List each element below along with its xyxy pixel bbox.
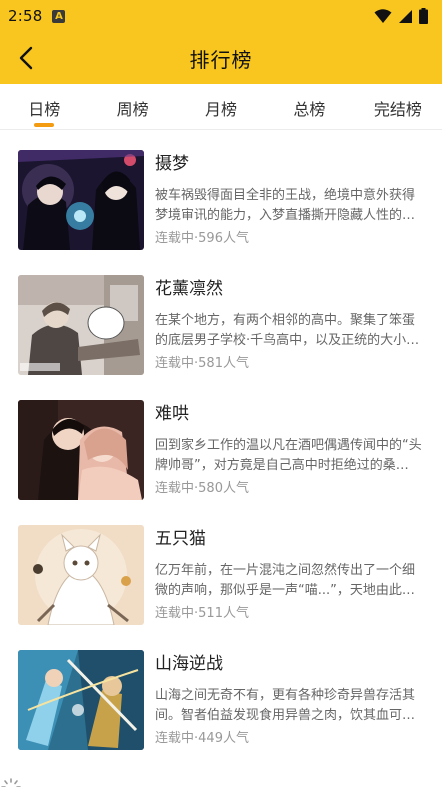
tab-label: 日榜 (28, 100, 61, 119)
comic-description: 山海之间无奇不有，更有各种珍奇异兽存活其间。智者伯益发现食用异兽之肉，饮其血可获… (155, 688, 416, 723)
tab-overall[interactable]: 总榜 (265, 84, 353, 129)
comic-meta: 连载中·596人气 (155, 231, 249, 246)
comic-status: 连载中 (155, 731, 195, 746)
comic-status: 连载中 (155, 231, 195, 246)
tab-completed[interactable]: 完结榜 (354, 84, 442, 129)
status-bar: 2:58 A (0, 0, 442, 32)
tab-label: 周榜 (116, 100, 149, 119)
item-info: 山海逆战 山海之间无奇不有，更有各种珍奇异兽存活其间。智者伯益发现食用异兽之肉，… (155, 650, 424, 775)
item-info: 摄梦 被车祸毁得面目全非的王战，绝境中意外获得梦境审讯的能力，入梦直播撕开隐藏人… (155, 150, 424, 275)
comic-popularity: 581人气 (198, 356, 249, 371)
comic-description: 回到家乡工作的温以凡在酒吧偶遇传闻中的“头牌帅哥”，对方竟是自己高中时拒绝过的桑… (155, 438, 422, 473)
cover-image (18, 650, 144, 750)
comic-meta: 连载中·581人气 (155, 356, 249, 371)
comic-popularity: 596人气 (198, 231, 249, 246)
wifi-icon (374, 8, 392, 23)
ranking-list: 摄梦 被车祸毁得面目全非的王战，绝境中意外获得梦境审讯的能力，入梦直播撕开隐藏人… (0, 150, 442, 775)
comic-description: 被车祸毁得面目全非的王战，绝境中意外获得梦境审讯的能力，入梦直播撕开隐藏人性的黑… (155, 188, 416, 223)
comic-popularity: 580人气 (198, 481, 249, 496)
comic-description: 亿万年前，在一片混沌之间忽然传出了一个细微的声响，那似乎是一声“喵...”，天地… (155, 563, 416, 598)
item-info: 五只猫 亿万年前，在一片混沌之间忽然传出了一个细微的声响，那似乎是一声“喵...… (155, 525, 424, 650)
notification-badge-icon: A (52, 9, 66, 23)
ranking-tabs: 日榜 周榜 月榜 总榜 完结榜 (0, 84, 442, 130)
cover-image (18, 275, 144, 375)
page-title: 排行榜 (189, 47, 253, 72)
comic-popularity: 449人气 (198, 731, 249, 746)
chevron-left-icon (19, 46, 33, 70)
loading-spinner-icon (1, 778, 21, 787)
list-item[interactable]: 五只猫 亿万年前，在一片混沌之间忽然传出了一个细微的声响，那似乎是一声“喵...… (0, 525, 442, 650)
comic-description: 在某个地方，有两个相邻的高中。聚集了笨蛋的底层男子学校·千鸟高中，以及正统的大小… (155, 313, 420, 348)
signal-icon (399, 9, 412, 23)
comic-title: 摄梦 (155, 154, 189, 174)
item-info: 难哄 回到家乡工作的温以凡在酒吧偶遇传闻中的“头牌帅哥”，对方竟是自己高中时拒绝… (155, 400, 424, 525)
list-item[interactable]: 摄梦 被车祸毁得面目全非的王战，绝境中意外获得梦境审讯的能力，入梦直播撕开隐藏人… (0, 150, 442, 275)
tab-label: 完结榜 (373, 100, 422, 119)
cover-image (18, 400, 144, 500)
comic-meta: 连载中·449人气 (155, 731, 249, 746)
tab-label: 总榜 (293, 100, 326, 119)
list-item[interactable]: 山海逆战 山海之间无奇不有，更有各种珍奇异兽存活其间。智者伯益发现食用异兽之肉，… (0, 650, 442, 775)
tab-weekly[interactable]: 周榜 (88, 84, 176, 129)
status-time: 2:58 (8, 7, 43, 25)
comic-status: 连载中 (155, 606, 195, 621)
battery-icon (419, 8, 428, 24)
back-button[interactable] (12, 44, 40, 72)
list-item[interactable]: 花薰凛然 在某个地方，有两个相邻的高中。聚集了笨蛋的底层男子学校·千鸟高中，以及… (0, 275, 442, 400)
status-icons (374, 8, 428, 24)
tab-monthly[interactable]: 月榜 (177, 84, 265, 129)
comic-status: 连载中 (155, 356, 195, 371)
tab-daily[interactable]: 日榜 (0, 84, 88, 129)
comic-popularity: 511人气 (198, 606, 249, 621)
comic-title: 山海逆战 (155, 654, 223, 674)
comic-status: 连载中 (155, 481, 195, 496)
comic-title: 难哄 (155, 404, 189, 424)
comic-title: 五只猫 (155, 529, 206, 549)
comic-title: 花薰凛然 (155, 279, 223, 299)
list-item[interactable]: 难哄 回到家乡工作的温以凡在酒吧偶遇传闻中的“头牌帅哥”，对方竟是自己高中时拒绝… (0, 400, 442, 525)
app-bar: 排行榜 (0, 32, 442, 84)
cover-image (18, 150, 144, 250)
cover-image (18, 525, 144, 625)
item-info: 花薰凛然 在某个地方，有两个相邻的高中。聚集了笨蛋的底层男子学校·千鸟高中，以及… (155, 275, 424, 400)
comic-meta: 连载中·511人气 (155, 606, 249, 621)
tab-label: 月榜 (205, 100, 238, 119)
comic-meta: 连载中·580人气 (155, 481, 249, 496)
